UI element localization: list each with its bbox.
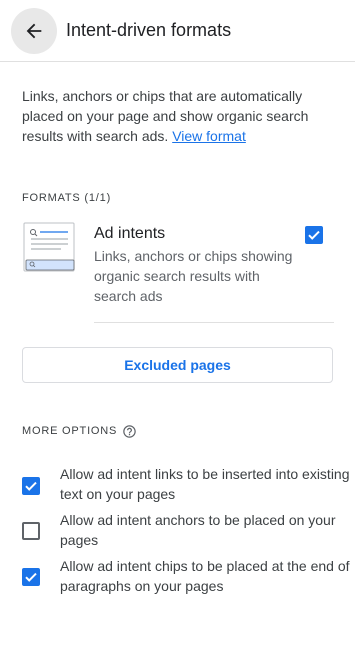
option-links-label: Allow ad intent links to be inserted int…: [60, 466, 350, 502]
option-chips-checkbox[interactable]: [22, 568, 40, 586]
description: Links, anchors or chips that are automat…: [22, 86, 332, 146]
help-circle-icon[interactable]: [122, 424, 137, 439]
ad-intents-checkbox[interactable]: [305, 226, 323, 244]
option-anchors-label: Allow ad intent anchors to be placed on …: [60, 512, 336, 548]
ad-intents-thumbnail: [23, 222, 75, 272]
description-text: Links, anchors or chips that are automat…: [22, 88, 309, 144]
checkmark-icon: [25, 572, 37, 582]
view-format-link[interactable]: View format: [172, 128, 246, 144]
more-options-section-label: MORE OPTIONS: [22, 425, 118, 437]
checkmark-icon: [308, 230, 320, 240]
excluded-pages-button[interactable]: Excluded pages: [22, 347, 333, 383]
option-anchors-checkbox[interactable]: [22, 522, 40, 540]
option-chips-label: Allow ad intent chips to be placed at th…: [60, 558, 350, 594]
formats-section-label: FORMATS (1/1): [22, 192, 112, 204]
checkmark-icon: [25, 481, 37, 491]
format-title: Ad intents: [94, 225, 166, 242]
arrow-back-icon: [26, 23, 42, 39]
format-description: Links, anchors or chips showing organic …: [94, 248, 293, 304]
page-title: Intent-driven formats: [66, 20, 232, 40]
option-links-checkbox[interactable]: [22, 477, 40, 495]
back-button[interactable]: [11, 8, 57, 54]
header: Intent-driven formats: [0, 0, 355, 62]
divider: [94, 322, 334, 323]
